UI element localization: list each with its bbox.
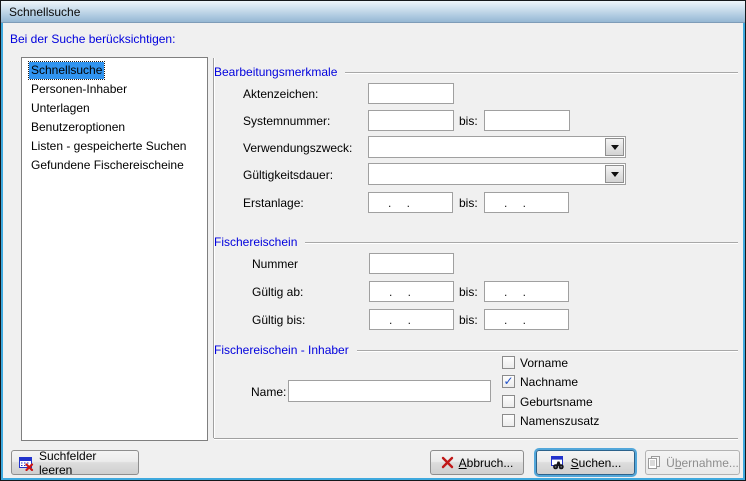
verwendungszweck-dropdown-button[interactable] <box>605 138 624 156</box>
chevron-down-icon <box>611 172 619 177</box>
gueltigkeitsdauer-label: Gültigkeitsdauer: <box>243 168 333 182</box>
search-scope-listbox[interactable]: Schnellsuche Personen-Inhaber Unterlagen… <box>21 57 208 441</box>
binoculars-icon <box>550 455 566 471</box>
list-item-schnellsuche[interactable]: Schnellsuche <box>22 61 207 80</box>
gueltigkeitsdauer-dropdown-button[interactable] <box>605 165 624 183</box>
group-title: Bearbeitungsmerkmale <box>214 65 337 79</box>
list-item-gefundene-fischereischeine[interactable]: Gefundene Fischereischeine <box>22 156 207 175</box>
copy-icon <box>646 455 661 470</box>
namenszusatz-checkbox-label: Namenszusatz <box>520 414 599 428</box>
search-scope-label: Bei der Suche berücksichtigen: <box>10 32 175 46</box>
red-x-icon <box>441 456 454 469</box>
verwendungszweck-label: Verwendungszweck: <box>243 141 352 155</box>
clear-search-fields-button[interactable]: Suchfelder leeren <box>11 450 139 475</box>
group-fischereischein: Fischereischein <box>214 235 738 249</box>
systemnummer-from-input[interactable] <box>368 110 454 131</box>
systemnummer-bis-label: bis: <box>459 114 478 128</box>
aktenzeichen-label: Aktenzeichen: <box>243 87 318 101</box>
gueltigkeitsdauer-select[interactable] <box>368 163 626 185</box>
namenszusatz-checkbox[interactable] <box>502 414 515 427</box>
vorname-checkbox[interactable] <box>502 356 515 369</box>
panel-separator-horizontal <box>214 438 738 439</box>
gueltig-ab-from-input[interactable]: . . <box>369 281 454 302</box>
erstanlage-from-input[interactable]: . . <box>368 192 453 213</box>
nummer-input[interactable] <box>369 253 454 274</box>
gueltig-bis-from-input[interactable]: . . <box>369 309 454 330</box>
chevron-down-icon <box>611 145 619 150</box>
cancel-button[interactable]: Abbruch... <box>430 450 524 475</box>
window-title: Schnellsuche <box>9 5 80 19</box>
quick-search-dialog: Schnellsuche Bei der Suche berücksichtig… <box>0 0 746 481</box>
gueltig-ab-bis-label: bis: <box>459 285 478 299</box>
gueltig-ab-label: Gültig ab: <box>252 285 303 299</box>
list-item-unterlagen[interactable]: Unterlagen <box>22 99 207 118</box>
nachname-checkbox[interactable]: ✓ <box>502 375 515 388</box>
nachname-checkbox-label: Nachname <box>520 375 578 389</box>
list-item-benutzeroptionen[interactable]: Benutzeroptionen <box>22 118 207 137</box>
form-clear-icon <box>18 455 34 471</box>
group-etched-line <box>357 350 738 352</box>
group-etched-line <box>345 72 738 74</box>
systemnummer-label: Systemnummer: <box>243 114 330 128</box>
titlebar[interactable]: Schnellsuche <box>1 1 745 23</box>
erstanlage-to-input[interactable]: . . <box>484 192 569 213</box>
geburtsname-checkbox[interactable] <box>502 395 515 408</box>
vorname-checkbox-label: Vorname <box>520 356 568 370</box>
gueltig-ab-to-input[interactable]: . . <box>484 281 569 302</box>
search-button[interactable]: Suchen... <box>536 450 635 475</box>
verwendungszweck-select[interactable] <box>368 136 626 158</box>
name-label: Name: <box>251 385 286 399</box>
erstanlage-bis-label: bis: <box>459 196 478 210</box>
group-title: Fischereischein - Inhaber <box>214 343 349 357</box>
aktenzeichen-input[interactable] <box>368 83 454 104</box>
group-etched-line <box>305 242 738 244</box>
group-fischereischein-inhaber: Fischereischein - Inhaber <box>214 343 738 357</box>
list-item-personen-inhaber[interactable]: Personen-Inhaber <box>22 80 207 99</box>
name-input[interactable] <box>288 380 491 402</box>
list-item-gespeicherte-suchen[interactable]: Listen - gespeicherte Suchen <box>22 137 207 156</box>
geburtsname-checkbox-label: Geburtsname <box>520 395 593 409</box>
nummer-label: Nummer <box>252 257 298 271</box>
erstanlage-label: Erstanlage: <box>243 196 304 210</box>
systemnummer-to-input[interactable] <box>484 110 570 131</box>
gueltig-bis-label: Gültig bis: <box>252 313 305 327</box>
gueltig-bis-to-input[interactable]: . . <box>484 309 569 330</box>
group-title: Fischereischein <box>214 235 297 249</box>
apply-button: Übernahme... <box>645 450 740 475</box>
gueltig-bis-bis-label: bis: <box>459 313 478 327</box>
group-bearbeitungsmerkmale: Bearbeitungsmerkmale <box>214 65 738 79</box>
